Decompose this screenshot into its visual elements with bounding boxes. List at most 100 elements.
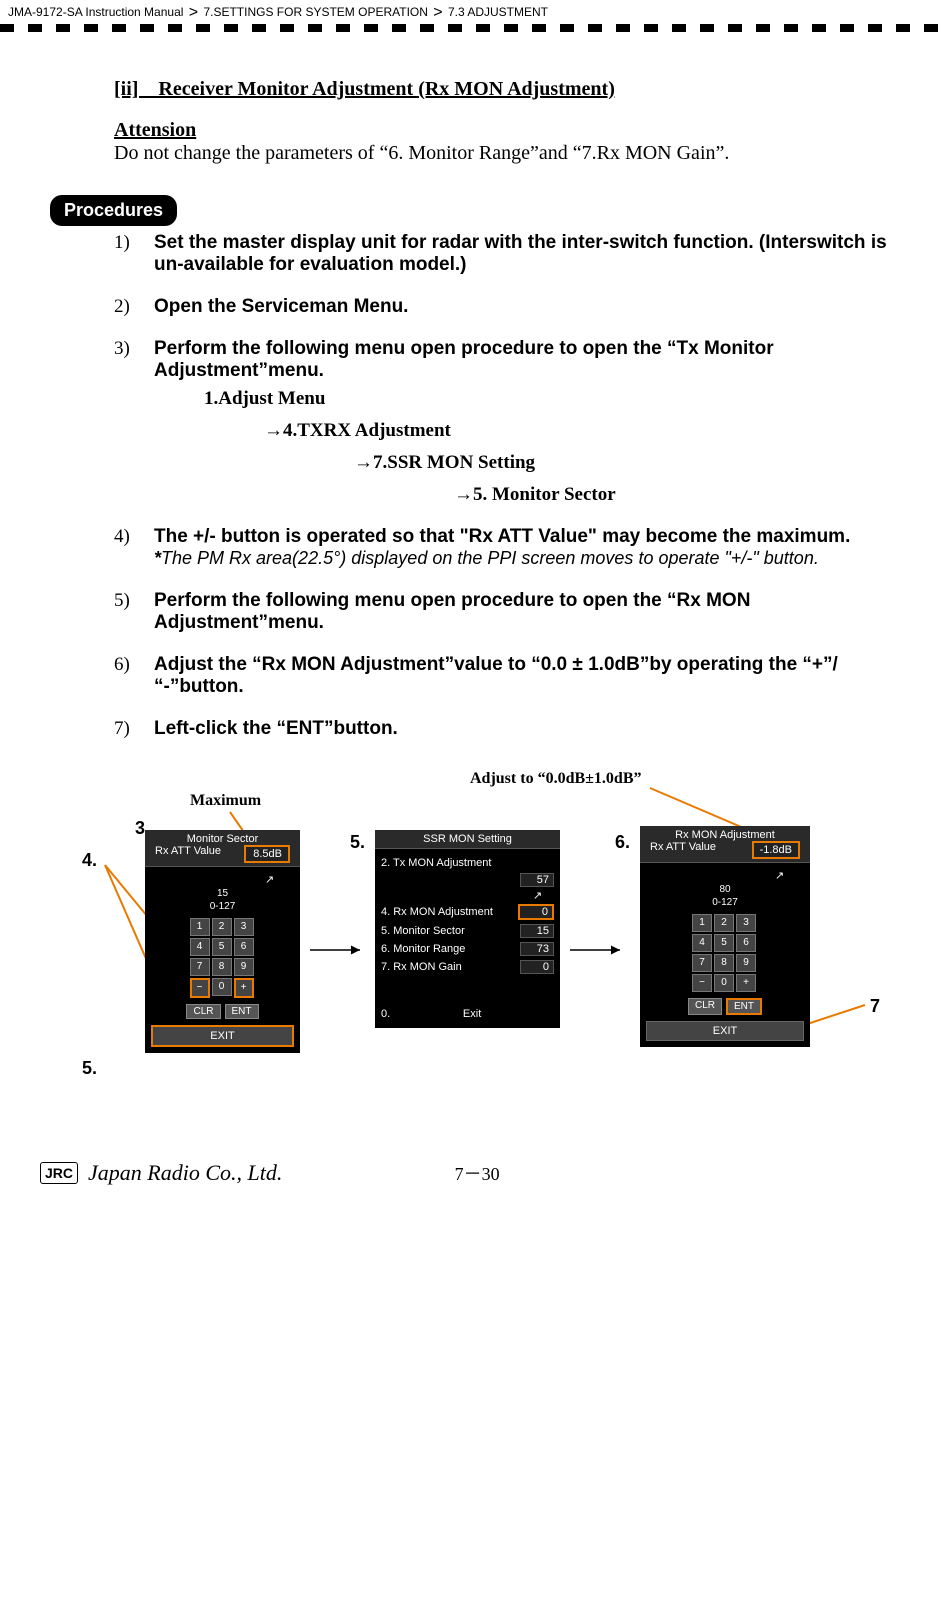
key-8[interactable]: 8	[714, 954, 734, 972]
panel1-header: Monitor Sector Rx ATT Value 8.5dB	[145, 830, 300, 867]
clr-button[interactable]: CLR	[688, 998, 722, 1015]
step-5-text: Perform the following menu open procedur…	[154, 590, 750, 633]
callout-4: 4.	[82, 850, 97, 871]
menu-item-value: 57	[520, 873, 554, 887]
callout-5b: 5.	[350, 832, 365, 853]
key-2[interactable]: 2	[714, 914, 734, 932]
procedure-list: Set the master display unit for radar wi…	[114, 232, 902, 740]
ent-button[interactable]: ENT	[225, 1004, 259, 1019]
key-1[interactable]: 1	[692, 914, 712, 932]
step-1: Set the master display unit for radar wi…	[114, 232, 902, 276]
page-number: 7－30	[162, 1160, 792, 1186]
step-4-star: *	[154, 548, 161, 568]
exit-label: Exit	[390, 1008, 554, 1020]
key-8[interactable]: 8	[212, 958, 232, 976]
menu-item-value: 0	[518, 904, 554, 920]
key-7[interactable]: 7	[692, 954, 712, 972]
panel1-value: 8.5dB	[244, 845, 290, 863]
menu-l3: →7.SSR MON Setting	[354, 452, 902, 474]
step-5: Perform the following menu open procedur…	[114, 590, 902, 634]
step-6-text: Adjust the “Rx MON Adjustment”value to “…	[154, 654, 838, 697]
menu-item-value: 73	[520, 942, 554, 956]
key-5[interactable]: 5	[212, 938, 232, 956]
crumb-2: 7.3 ADJUSTMENT	[448, 5, 548, 19]
step-7-text: Left-click the “ENT”button.	[154, 718, 398, 739]
keypad: 1 2 3 4 5 6 7 8 9 − 0 +	[190, 918, 256, 998]
panel3-value: -1.8dB	[752, 841, 800, 859]
panel3-title1: Rx MON Adjustment	[646, 829, 804, 841]
menu-item-gain[interactable]: 7. Rx MON Gain 0	[381, 958, 554, 976]
key-7[interactable]: 7	[190, 958, 210, 976]
step-2-text: Open the Serviceman Menu.	[154, 296, 408, 317]
doc-title: JMA-9172-SA Instruction Manual	[8, 5, 183, 19]
footer: JRC Japan Radio Co., Ltd. 7－30	[0, 1150, 952, 1206]
step-7: Left-click the “ENT”button.	[114, 718, 902, 740]
annot-adjust-to: Adjust to “0.0dB±1.0dB”	[470, 770, 641, 788]
step-4-text: The +/- button is operated so that "Rx A…	[154, 526, 850, 547]
key-plus[interactable]: +	[736, 974, 756, 992]
menu-item-range[interactable]: 6. Monitor Range 73	[381, 940, 554, 958]
exit-num: 0.	[381, 1008, 390, 1020]
menu-l2: →4.TXRX Adjustment	[264, 420, 902, 442]
menu-path: 1.Adjust Menu →4.TXRX Adjustment →7.SSR …	[154, 388, 902, 506]
key-4[interactable]: 4	[190, 938, 210, 956]
ent-button[interactable]: ENT	[726, 998, 762, 1015]
menu-item-tx[interactable]: 2. Tx MON Adjustment	[381, 855, 554, 871]
exit-button[interactable]: EXIT	[646, 1021, 804, 1041]
step-4-note: The PM Rx area(22.5°) displayed on the P…	[161, 548, 819, 568]
cursor-icon	[381, 889, 554, 902]
section-title: [ii] Receiver Monitor Adjustment (Rx MON…	[114, 72, 902, 101]
key-1[interactable]: 1	[190, 918, 210, 936]
menu-item-label: 6. Monitor Range	[381, 943, 465, 955]
menu-item-label: 4. Rx MON Adjustment	[381, 906, 493, 918]
chevron-right-icon: >	[189, 4, 198, 21]
panel3-cur: 80	[646, 884, 804, 895]
menu-l4: →5. Monitor Sector	[454, 484, 902, 506]
chevron-right-icon: >	[433, 4, 442, 21]
key-2[interactable]: 2	[212, 918, 232, 936]
clr-button[interactable]: CLR	[186, 1004, 220, 1019]
key-5[interactable]: 5	[714, 934, 734, 952]
jrc-logo: JRC	[40, 1162, 78, 1184]
menu-item-label: 2. Tx MON Adjustment	[381, 857, 491, 869]
menu-item-sector[interactable]: 5. Monitor Sector 15	[381, 922, 554, 940]
menu-item-label: 5. Monitor Sector	[381, 925, 465, 937]
exit-button[interactable]: EXIT	[151, 1025, 294, 1047]
key-4[interactable]: 4	[692, 934, 712, 952]
attension-label: Attension	[114, 119, 902, 142]
key-9[interactable]: 9	[234, 958, 254, 976]
exit-row[interactable]: 0. Exit	[381, 1006, 554, 1022]
keypad: 1 2 3 4 5 6 7 8 9 − 0 +	[692, 914, 758, 992]
key-6[interactable]: 6	[736, 934, 756, 952]
callout-6: 6.	[615, 832, 630, 853]
key-minus[interactable]: −	[692, 974, 712, 992]
panel-rx-mon: Rx MON Adjustment Rx ATT Value -1.8dB 80…	[640, 826, 810, 1047]
key-minus[interactable]: −	[190, 978, 210, 998]
panel1-title2: Rx ATT Value	[155, 845, 221, 863]
menu-item-value: 15	[520, 924, 554, 938]
panel-ssr-mon: SSR MON Setting 2. Tx MON Adjustment 57 …	[375, 830, 560, 1028]
key-6[interactable]: 6	[234, 938, 254, 956]
crumb-1: 7.SETTINGS FOR SYSTEM OPERATION	[203, 5, 427, 19]
cursor-icon	[151, 873, 294, 886]
key-9[interactable]: 9	[736, 954, 756, 972]
key-3[interactable]: 3	[736, 914, 756, 932]
panel1-range: 0-127	[151, 901, 294, 912]
panel2-title: SSR MON Setting	[375, 830, 560, 849]
menu-item-value: 0	[520, 960, 554, 974]
menu-item-label: 7. Rx MON Gain	[381, 961, 462, 973]
key-plus[interactable]: +	[234, 978, 254, 998]
menu-item-rx-adj[interactable]: 4. Rx MON Adjustment 0	[381, 902, 554, 922]
panel3-range: 0-127	[646, 897, 804, 908]
menu-l1: 1.Adjust Menu	[204, 388, 902, 410]
step-3-text: Perform the following menu open procedur…	[154, 338, 774, 381]
panel1-cur: 15	[151, 888, 294, 899]
step-2: Open the Serviceman Menu.	[114, 296, 902, 318]
key-0[interactable]: 0	[212, 978, 232, 996]
key-0[interactable]: 0	[714, 974, 734, 992]
divider	[0, 24, 952, 32]
breadcrumb: JMA-9172-SA Instruction Manual > 7.SETTI…	[0, 0, 952, 24]
menu-item-tx-val: 57	[381, 871, 554, 889]
key-3[interactable]: 3	[234, 918, 254, 936]
step-1-text: Set the master display unit for radar wi…	[154, 232, 887, 275]
